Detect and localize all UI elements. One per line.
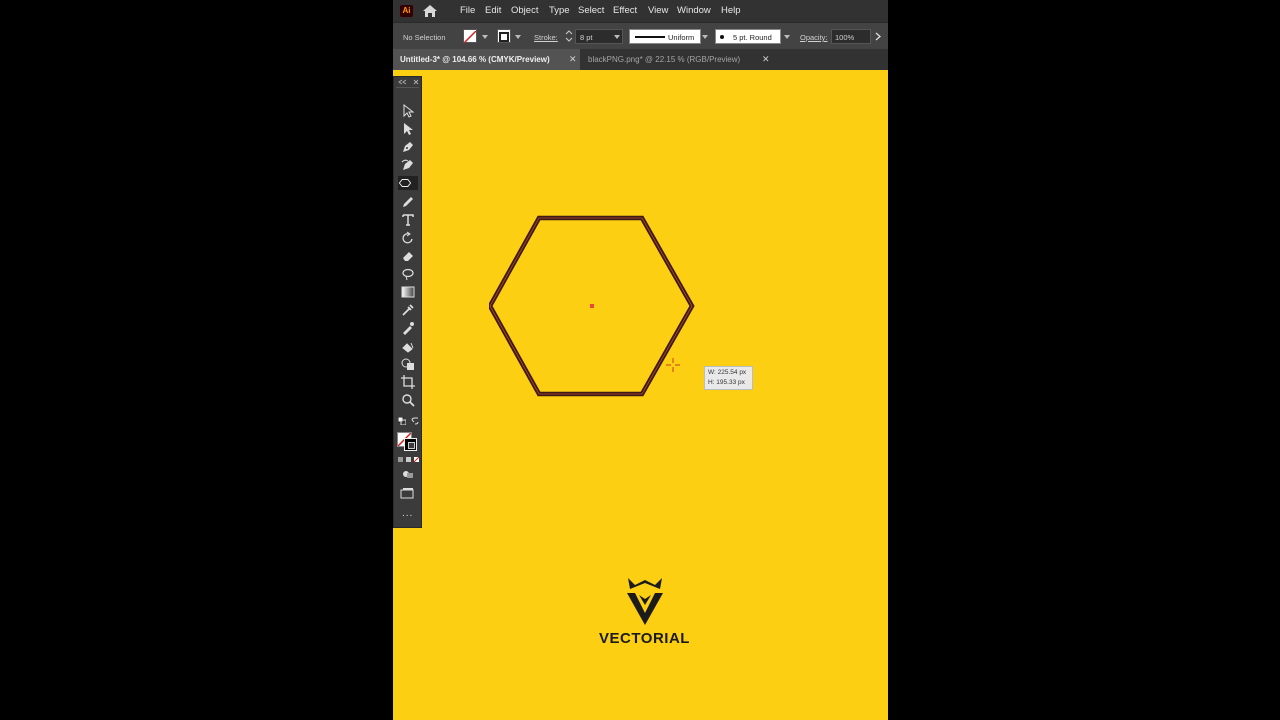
stroke-stepper-icon[interactable] — [565, 29, 573, 43]
stroke-square-icon — [499, 32, 509, 42]
color-picker-icon[interactable] — [401, 321, 415, 335]
menu-edit[interactable]: Edit — [485, 5, 501, 16]
stroke-weight-dropdown-icon — [614, 35, 620, 39]
close-icon[interactable]: ✕ — [762, 49, 770, 70]
curvature-tool-icon[interactable] — [401, 158, 415, 172]
menu-select[interactable]: Select — [578, 5, 604, 16]
panel-divider — [396, 87, 419, 88]
menu-bar: Ai File Edit Object Type Select Effect V… — [393, 0, 888, 22]
stroke-swatch[interactable] — [497, 29, 511, 43]
opacity-field[interactable]: 100% — [831, 29, 871, 44]
vectorial-logo-icon — [627, 578, 663, 625]
type-tool-icon[interactable] — [401, 213, 415, 227]
tab-untitled-3[interactable]: Untitled-3* @ 104.66 % (CMYK/Preview) — [393, 49, 580, 70]
menu-view[interactable]: View — [648, 5, 668, 16]
stroke-label[interactable]: Stroke: — [534, 33, 558, 42]
dimension-tooltip: W: 225.54 px H: 195.33 px — [704, 366, 753, 390]
brush-definition[interactable]: 5 pt. Round — [715, 29, 781, 44]
menu-effect[interactable]: Effect — [613, 5, 637, 16]
tab-label: blackPNG.png* @ 22.15 % (RGB/Preview) — [588, 55, 741, 64]
collapse-panel-icon[interactable] — [398, 79, 407, 85]
menu-file[interactable]: File — [460, 5, 475, 16]
shape-builder-icon[interactable] — [401, 357, 415, 371]
opacity-label[interactable]: Opacity: — [800, 33, 828, 42]
menu-type[interactable]: Type — [549, 5, 570, 16]
variable-width-profile[interactable]: Uniform — [629, 29, 701, 44]
document-tabs: Untitled-3* @ 104.66 % (CMYK/Preview) ✕ … — [393, 49, 888, 70]
tab-blackpng[interactable]: blackPNG.png* @ 22.15 % (RGB/Preview) — [581, 49, 771, 70]
zoom-tool-icon[interactable] — [401, 393, 415, 407]
paint-bucket-icon[interactable] — [401, 339, 415, 353]
none-fill-icon — [463, 30, 477, 44]
rotate-tool-icon[interactable] — [401, 231, 415, 245]
fill-dropdown-icon[interactable] — [482, 35, 488, 39]
opacity-value: 100% — [835, 33, 855, 42]
width-readout: W: 225.54 px — [708, 369, 747, 376]
stroke-weight-value: 8 pt — [580, 33, 593, 42]
artboard-tool-icon[interactable] — [401, 375, 415, 389]
fill-swatch[interactable] — [463, 29, 477, 44]
profile-label: Uniform — [668, 33, 695, 42]
brush-dot-icon — [720, 35, 724, 39]
selection-tool-icon[interactable] — [401, 104, 415, 118]
pencil-tool-icon[interactable] — [401, 195, 415, 209]
brush-label: 5 pt. Round — [733, 33, 772, 42]
tools-panel: ... — [393, 76, 422, 528]
crosshair-cursor-icon — [666, 358, 680, 372]
illustrator-window: Ai File Edit Object Type Select Effect V… — [393, 0, 888, 720]
menu-help[interactable]: Help — [721, 5, 741, 16]
menu-object[interactable]: Object — [511, 5, 538, 16]
tab-label: Untitled-3* @ 104.66 % (CMYK/Preview) — [400, 55, 550, 64]
default-colors-icon[interactable] — [398, 417, 406, 425]
home-icon[interactable] — [422, 4, 438, 18]
pen-tool-icon[interactable] — [401, 140, 415, 154]
height-readout: H: 195.33 px — [708, 379, 745, 386]
hexagon-shape[interactable] — [489, 215, 699, 400]
app-logo: Ai — [400, 5, 413, 17]
screen-mode-icon[interactable] — [400, 488, 415, 499]
profile-dropdown-icon[interactable] — [702, 35, 708, 39]
shape-center-point — [590, 304, 594, 308]
chevron-right-icon[interactable] — [875, 32, 881, 41]
color-mode-icons[interactable] — [398, 457, 420, 463]
gradient-tool-icon[interactable] — [401, 285, 415, 299]
lasso-tool-icon[interactable] — [401, 267, 415, 281]
brush-dropdown-icon[interactable] — [784, 35, 790, 39]
polygon-tool-icon[interactable] — [398, 176, 418, 190]
menu-window[interactable]: Window — [677, 5, 711, 16]
close-icon[interactable]: ✕ — [569, 49, 577, 70]
stroke-color-inner — [408, 442, 415, 449]
brand-name: VECTORIAL — [599, 630, 690, 647]
selection-status: No Selection — [403, 33, 446, 42]
swap-colors-icon[interactable] — [411, 417, 419, 425]
stroke-weight-field[interactable]: 8 pt — [575, 29, 623, 44]
drawing-mode-icon[interactable] — [402, 470, 414, 479]
direct-selection-tool-icon[interactable] — [401, 122, 415, 136]
close-panel-icon[interactable] — [413, 79, 419, 85]
stroke-dropdown-icon[interactable] — [515, 35, 521, 39]
eyedropper-tool-icon[interactable] — [401, 303, 415, 317]
eraser-tool-icon[interactable] — [401, 249, 415, 263]
profile-line — [635, 36, 665, 38]
stroke-color-box[interactable] — [404, 438, 417, 451]
more-tools-icon[interactable]: ... — [402, 508, 413, 519]
control-bar: No Selection Stroke: 8 pt Uniform 5 pt. … — [393, 22, 888, 50]
